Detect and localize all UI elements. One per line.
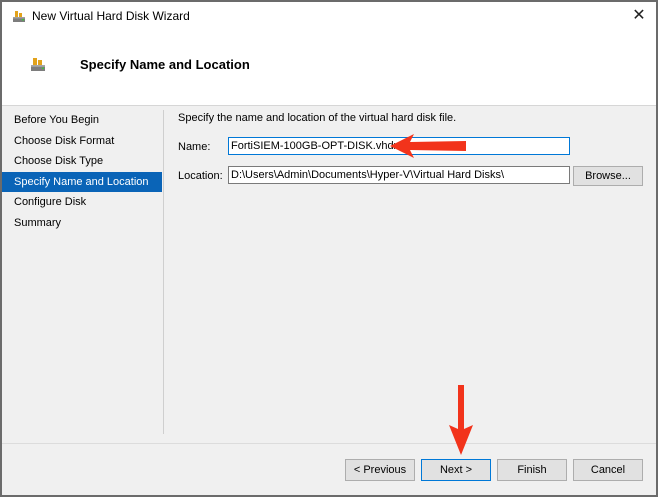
location-label: Location: [178, 170, 223, 182]
step-description: Specify the name and location of the vir… [178, 112, 457, 124]
nav-step-summary[interactable]: Summary [2, 213, 162, 234]
next-button[interactable]: Next > [421, 459, 491, 481]
finish-button[interactable]: Finish [497, 459, 567, 481]
hard-disk-icon [13, 11, 25, 22]
close-icon: ✕ [632, 7, 646, 24]
wizard-window: New Virtual Hard Disk Wizard ✕ Specify N… [0, 0, 658, 497]
title-bar: New Virtual Hard Disk Wizard ✕ [2, 2, 656, 30]
wizard-footer: < Previous Next > Finish Cancel [2, 443, 656, 495]
nav-step-choose-disk-format[interactable]: Choose Disk Format [2, 131, 162, 152]
nav-divider [163, 110, 164, 434]
page-title: Specify Name and Location [80, 57, 250, 72]
cancel-button[interactable]: Cancel [573, 459, 643, 481]
location-input[interactable] [228, 166, 570, 184]
wizard-body: Before You Begin Choose Disk Format Choo… [2, 106, 656, 443]
name-label: Name: [178, 141, 211, 153]
nav-step-before-you-begin[interactable]: Before You Begin [2, 110, 162, 131]
browse-button[interactable]: Browse... [573, 166, 643, 186]
nav-step-choose-disk-type[interactable]: Choose Disk Type [2, 151, 162, 172]
nav-step-specify-name-and-location[interactable]: Specify Name and Location [2, 171, 162, 192]
name-input[interactable] [228, 137, 570, 155]
nav-step-configure-disk[interactable]: Configure Disk [2, 192, 162, 213]
window-title: New Virtual Hard Disk Wizard [32, 9, 190, 23]
hard-disk-icon [31, 58, 45, 71]
step-content: Specify the name and location of the vir… [178, 112, 648, 186]
wizard-header: Specify Name and Location [2, 30, 656, 106]
previous-button[interactable]: < Previous [345, 459, 415, 481]
wizard-steps-nav: Before You Begin Choose Disk Format Choo… [2, 110, 162, 233]
close-button[interactable]: ✕ [622, 2, 656, 30]
